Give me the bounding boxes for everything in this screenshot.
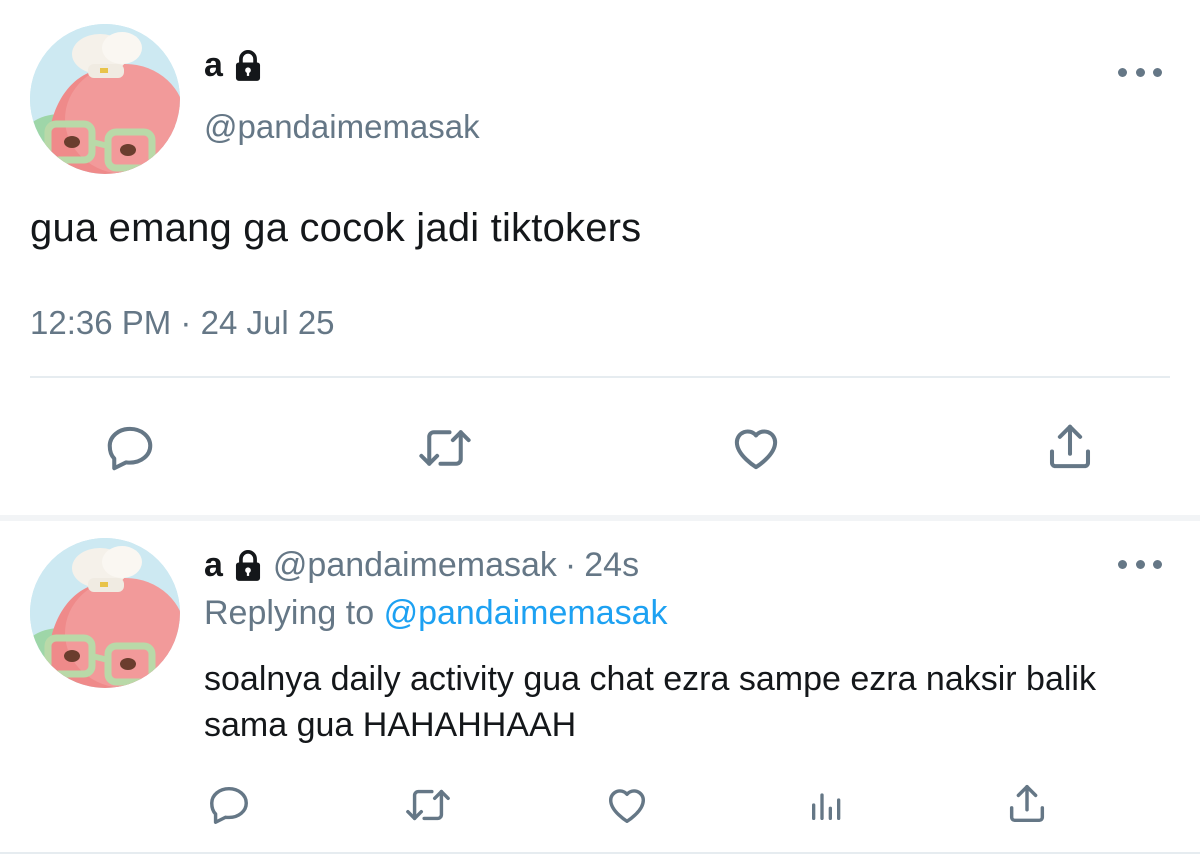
user-handle[interactable]: @pandaimemasak [204, 108, 480, 146]
replying-mention[interactable]: @pandaimemasak [384, 594, 668, 632]
share-icon[interactable] [1002, 778, 1052, 830]
bottom-divider [0, 852, 1200, 854]
reply-avatar[interactable] [30, 538, 180, 688]
analytics-icon[interactable] [802, 780, 852, 830]
reply-header: a @pandaimemasak · 24s [204, 546, 639, 585]
lock-icon [235, 549, 260, 581]
display-name[interactable]: a [204, 46, 265, 85]
section-divider [0, 515, 1200, 521]
like-icon[interactable] [726, 418, 786, 478]
avatar[interactable] [30, 24, 180, 174]
tweet-text: gua emang ga cocok jadi tiktokers [30, 206, 642, 250]
share-icon[interactable] [1040, 416, 1100, 478]
divider [30, 376, 1170, 378]
more-options-icon[interactable] [1118, 62, 1162, 82]
lock-icon [235, 49, 260, 81]
reply-age[interactable]: 24s [584, 546, 639, 585]
like-icon[interactable] [602, 780, 652, 830]
retweet-icon[interactable] [412, 418, 478, 478]
tweet-date: 24 Jul 25 [200, 304, 335, 341]
display-name-text: a [204, 46, 223, 84]
reply-separator: · [564, 546, 577, 584]
tweet-time: 12:36 PM [30, 304, 172, 341]
reply-icon[interactable] [100, 418, 160, 478]
replying-to: Replying to @pandaimemasak [204, 594, 668, 633]
retweet-icon[interactable] [400, 780, 456, 830]
reply-text: soalnya daily activity gua chat ezra sam… [204, 660, 1096, 744]
meta-separator: · [180, 304, 192, 341]
tweet-timestamp[interactable]: 12:36 PM · 24 Jul 25 [30, 304, 335, 342]
reply-display-name[interactable]: a [204, 546, 223, 585]
reply-handle[interactable]: @pandaimemasak [273, 546, 557, 585]
replying-label: Replying to [204, 594, 375, 632]
reply-icon[interactable] [204, 780, 254, 830]
reply-more-options-icon[interactable] [1118, 554, 1162, 574]
